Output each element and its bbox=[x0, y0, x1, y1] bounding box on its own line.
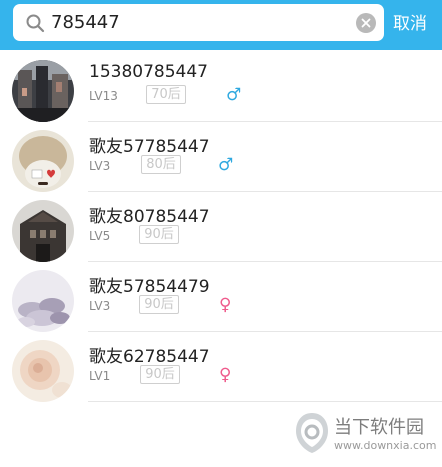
clear-search-button[interactable] bbox=[356, 13, 376, 33]
female-icon: ♀ bbox=[219, 295, 232, 315]
avatar bbox=[12, 60, 74, 122]
search-icon bbox=[26, 14, 45, 33]
watermark-title: 当下软件园 bbox=[334, 417, 424, 438]
avatar bbox=[12, 340, 74, 402]
level-label: LV3 bbox=[89, 159, 111, 173]
result-row[interactable]: 歌友57854479 LV3 90后 ♀ bbox=[0, 262, 442, 332]
search-box[interactable] bbox=[13, 4, 384, 41]
result-row[interactable]: 歌友57785447 LV3 80后 ♂ bbox=[0, 122, 442, 192]
watermark: 当下软件园 www.downxia.com bbox=[294, 409, 437, 459]
watermark-url: www.downxia.com bbox=[334, 439, 437, 452]
age-tag: 70后 bbox=[146, 85, 186, 104]
level-label: LV13 bbox=[89, 89, 118, 103]
avatar bbox=[12, 130, 74, 192]
search-header: 取消 bbox=[0, 0, 442, 50]
result-row[interactable]: 歌友62785447 LV1 90后 ♀ bbox=[0, 332, 442, 402]
age-tag: 90后 bbox=[139, 225, 179, 244]
level-label: LV5 bbox=[89, 229, 111, 243]
age-tag: 90后 bbox=[140, 365, 180, 384]
close-icon bbox=[361, 18, 371, 28]
username: 歌友62785447 bbox=[89, 347, 210, 367]
username: 15380785447 bbox=[89, 62, 208, 82]
avatar bbox=[12, 200, 74, 262]
result-row[interactable]: 歌友80785447 LV5 90后 bbox=[0, 192, 442, 262]
result-row[interactable]: 15380785447 LV13 70后 ♂ bbox=[0, 52, 442, 122]
username: 歌友80785447 bbox=[89, 207, 210, 227]
downxia-logo-icon bbox=[296, 413, 328, 453]
username: 歌友57785447 bbox=[89, 137, 210, 157]
level-label: LV1 bbox=[89, 369, 111, 383]
male-icon: ♂ bbox=[218, 155, 234, 175]
level-label: LV3 bbox=[89, 299, 111, 313]
cancel-button[interactable]: 取消 bbox=[393, 12, 437, 36]
male-icon: ♂ bbox=[226, 85, 242, 105]
avatar bbox=[12, 270, 74, 332]
row-divider bbox=[88, 401, 442, 402]
username: 歌友57854479 bbox=[89, 277, 210, 297]
female-icon: ♀ bbox=[219, 365, 232, 385]
age-tag: 80后 bbox=[141, 155, 181, 174]
search-input[interactable] bbox=[51, 4, 341, 41]
age-tag: 90后 bbox=[139, 295, 179, 314]
